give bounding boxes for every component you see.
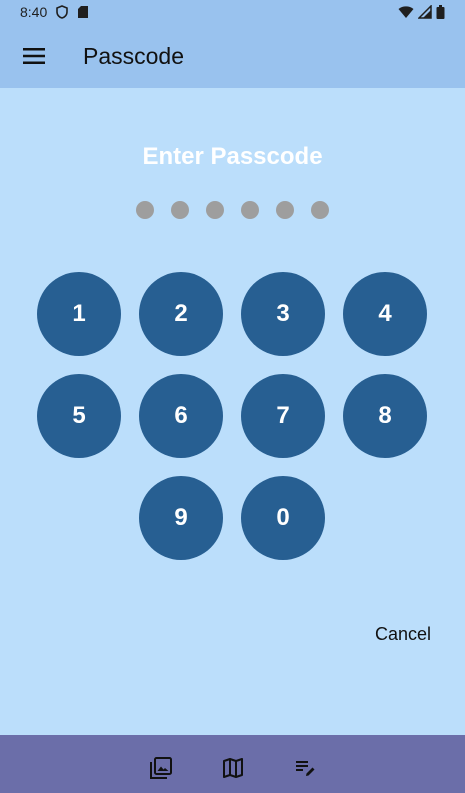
shield-icon bbox=[56, 5, 69, 19]
passcode-dot bbox=[311, 201, 329, 219]
edit-list-icon bbox=[295, 761, 314, 776]
passcode-dot bbox=[206, 201, 224, 219]
app-bar: Passcode bbox=[0, 24, 465, 88]
status-left: 8:40 bbox=[20, 4, 89, 20]
hamburger-menu-icon bbox=[23, 48, 45, 64]
key-6[interactable]: 6 bbox=[139, 374, 223, 458]
menu-button[interactable] bbox=[6, 28, 62, 84]
page-title: Passcode bbox=[83, 42, 185, 69]
map-icon bbox=[222, 758, 243, 778]
key-2[interactable]: 2 bbox=[139, 272, 223, 356]
key-9[interactable]: 9 bbox=[139, 476, 223, 560]
wifi-icon bbox=[398, 6, 414, 18]
key-0[interactable]: 0 bbox=[241, 476, 325, 560]
cancel-button[interactable]: Cancel bbox=[375, 624, 431, 645]
passcode-dot bbox=[241, 201, 259, 219]
status-bar: 8:40 bbox=[0, 0, 465, 24]
gallery-icon bbox=[149, 757, 172, 779]
nav-edit-list-button[interactable] bbox=[288, 751, 322, 785]
sd-card-icon bbox=[78, 6, 89, 18]
enter-passcode-prompt: Enter Passcode bbox=[142, 143, 323, 170]
key-7[interactable]: 7 bbox=[241, 374, 325, 458]
passcode-dots bbox=[0, 201, 465, 219]
key-1[interactable]: 1 bbox=[37, 272, 121, 356]
status-time: 8:40 bbox=[20, 4, 48, 20]
passcode-dot bbox=[171, 201, 189, 219]
nav-map-button[interactable] bbox=[216, 751, 250, 785]
key-8[interactable]: 8 bbox=[343, 374, 427, 458]
signal-icon bbox=[418, 5, 432, 19]
passcode-dot bbox=[276, 201, 294, 219]
nav-gallery-button[interactable] bbox=[144, 751, 178, 785]
key-3[interactable]: 3 bbox=[241, 272, 325, 356]
keypad: 1 2 3 4 5 6 7 8 9 0 bbox=[0, 0, 465, 793]
passcode-dot bbox=[136, 201, 154, 219]
key-4[interactable]: 4 bbox=[343, 272, 427, 356]
key-5[interactable]: 5 bbox=[37, 374, 121, 458]
bottom-navigation bbox=[0, 735, 465, 793]
status-right bbox=[398, 5, 445, 19]
battery-icon bbox=[436, 5, 445, 19]
